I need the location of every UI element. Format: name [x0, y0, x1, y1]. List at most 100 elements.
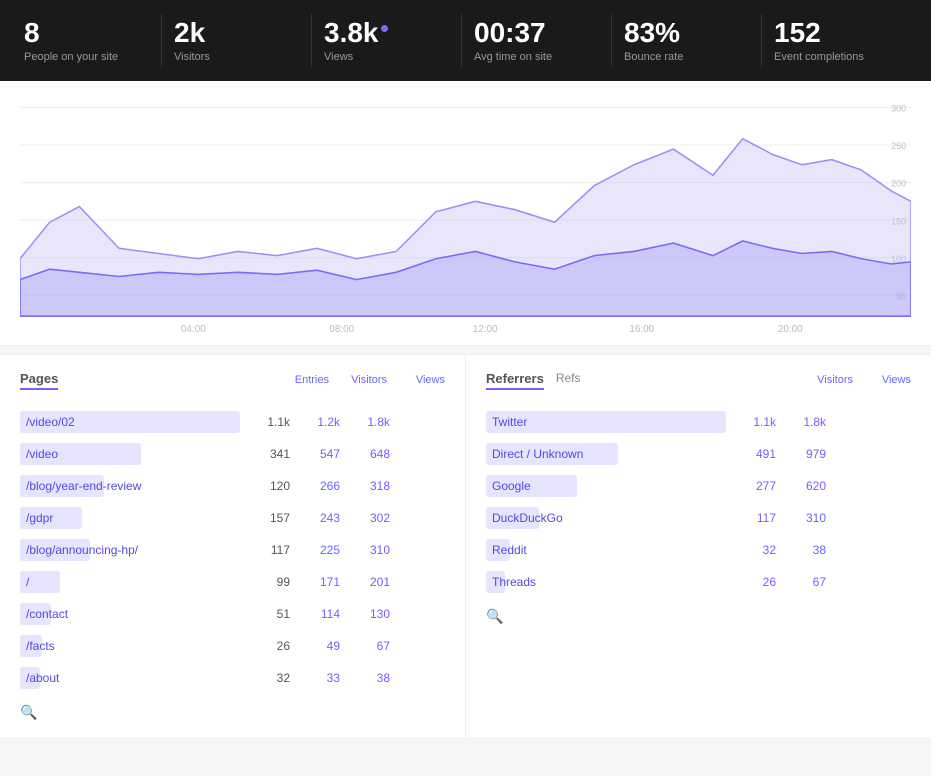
pages-panel: Pages Entries Visitors Views /video/02 1… — [0, 354, 466, 737]
page-visitors: 1.2k — [290, 415, 340, 429]
stat-events-value: 152 — [774, 18, 899, 49]
pages-panel-title: Pages — [20, 371, 58, 390]
stat-avg-time-label: Avg time on site — [474, 51, 599, 63]
page-views: 648 — [340, 447, 390, 461]
ref-visitors: 117 — [726, 511, 776, 525]
pages-col-visitors: Visitors — [337, 374, 387, 386]
table-row[interactable]: /about 32 33 38 — [20, 662, 445, 694]
page-views: 130 — [340, 607, 390, 621]
stats-bar: 8 People on your site 2k Visitors 3.8k V… — [0, 0, 931, 81]
pages-col-entries: Entries — [279, 374, 329, 386]
page-entries: 32 — [240, 671, 290, 685]
list-item[interactable]: Direct / Unknown 491 979 — [486, 438, 911, 470]
svg-text:04:00: 04:00 — [181, 323, 206, 334]
ref-visitors: 26 — [726, 575, 776, 589]
ref-visitors: 1.1k — [726, 415, 776, 429]
ref-views: 620 — [776, 479, 826, 493]
ref-visitors: 32 — [726, 543, 776, 557]
list-item[interactable]: Reddit 32 38 — [486, 534, 911, 566]
stat-visitors-value: 2k — [174, 18, 299, 49]
referrer-source: Twitter — [486, 415, 533, 429]
live-dot — [381, 25, 388, 32]
table-row[interactable]: /facts 26 49 67 — [20, 630, 445, 662]
svg-text:250: 250 — [891, 141, 906, 151]
stat-avg-time-value: 00:37 — [474, 18, 599, 49]
referrer-source: Threads — [486, 575, 542, 589]
list-item[interactable]: Threads 26 67 — [486, 566, 911, 598]
page-entries: 51 — [240, 607, 290, 621]
list-item[interactable]: DuckDuckGo 117 310 — [486, 502, 911, 534]
ref-visitors: 491 — [726, 447, 776, 461]
refs-tab[interactable]: Refs — [556, 371, 581, 390]
refs-col-visitors: Visitors — [803, 374, 853, 386]
page-path: /video/02 — [20, 415, 81, 429]
stat-views-value: 3.8k — [324, 18, 449, 49]
pages-table: /video/02 1.1k 1.2k 1.8k /video 341 547 … — [20, 406, 445, 694]
stat-bounce-value: 83% — [624, 18, 749, 49]
referrer-source: DuckDuckGo — [486, 511, 569, 525]
page-views: 310 — [340, 543, 390, 557]
table-row[interactable]: /video 341 547 648 — [20, 438, 445, 470]
pages-panel-header: Pages Entries Visitors Views — [20, 371, 445, 394]
table-row[interactable]: /video/02 1.1k 1.2k 1.8k — [20, 406, 445, 438]
table-row[interactable]: / 99 171 201 — [20, 566, 445, 598]
stat-people-label: People on your site — [24, 51, 149, 63]
page-visitors: 547 — [290, 447, 340, 461]
stat-bounce: 83% Bounce rate — [612, 14, 762, 67]
page-entries: 120 — [240, 479, 290, 493]
svg-text:300: 300 — [891, 103, 906, 113]
pages-search-icon[interactable]: 🔍 — [20, 694, 445, 721]
stat-events-label: Event completions — [774, 51, 899, 63]
stat-people-value: 8 — [24, 18, 149, 49]
referrers-panel: Referrers Refs Visitors Views Twitter 1.… — [466, 354, 931, 737]
svg-text:20:00: 20:00 — [778, 323, 803, 334]
ref-views: 38 — [776, 543, 826, 557]
page-entries: 117 — [240, 543, 290, 557]
page-path: / — [20, 575, 35, 589]
svg-text:200: 200 — [891, 178, 906, 188]
ref-visitors: 277 — [726, 479, 776, 493]
page-entries: 26 — [240, 639, 290, 653]
list-item[interactable]: Twitter 1.1k 1.8k — [486, 406, 911, 438]
page-path: /facts — [20, 639, 61, 653]
list-item[interactable]: Google 277 620 — [486, 470, 911, 502]
stat-bounce-label: Bounce rate — [624, 51, 749, 63]
page-path: /gdpr — [20, 511, 59, 525]
referrers-columns: Visitors Views — [803, 374, 911, 386]
table-row[interactable]: /gdpr 157 243 302 — [20, 502, 445, 534]
page-visitors: 243 — [290, 511, 340, 525]
ref-views: 310 — [776, 511, 826, 525]
page-views: 318 — [340, 479, 390, 493]
bottom-panels: Pages Entries Visitors Views /video/02 1… — [0, 354, 931, 737]
page-path: /blog/year-end-review — [20, 479, 147, 493]
page-entries: 157 — [240, 511, 290, 525]
pages-col-views: Views — [395, 374, 445, 386]
svg-text:08:00: 08:00 — [329, 323, 354, 334]
referrer-source: Reddit — [486, 543, 533, 557]
ref-views: 67 — [776, 575, 826, 589]
referrers-tab[interactable]: Referrers — [486, 371, 544, 390]
table-row[interactable]: /blog/year-end-review 120 266 318 — [20, 470, 445, 502]
page-views: 1.8k — [340, 415, 390, 429]
page-views: 201 — [340, 575, 390, 589]
table-row[interactable]: /blog/announcing-hp/ 117 225 310 — [20, 534, 445, 566]
stat-views: 3.8k Views — [312, 14, 462, 67]
page-entries: 99 — [240, 575, 290, 589]
referrer-source: Google — [486, 479, 537, 493]
page-path: /video — [20, 447, 64, 461]
page-visitors: 225 — [290, 543, 340, 557]
stat-views-label: Views — [324, 51, 449, 63]
refs-col-views: Views — [861, 374, 911, 386]
page-visitors: 114 — [290, 607, 340, 621]
page-path: /blog/announcing-hp/ — [20, 543, 144, 557]
page-visitors: 33 — [290, 671, 340, 685]
refs-tabs: Referrers Refs — [486, 371, 581, 390]
pages-columns: Entries Visitors Views — [279, 374, 445, 386]
referrers-search-icon[interactable]: 🔍 — [486, 598, 911, 625]
page-visitors: 266 — [290, 479, 340, 493]
table-row[interactable]: /contact 51 114 130 — [20, 598, 445, 630]
stat-visitors: 2k Visitors — [162, 14, 312, 67]
ref-views: 979 — [776, 447, 826, 461]
line-chart: 300 250 200 150 100 50 04:00 08:00 12:00… — [20, 97, 911, 337]
stat-visitors-label: Visitors — [174, 51, 299, 63]
